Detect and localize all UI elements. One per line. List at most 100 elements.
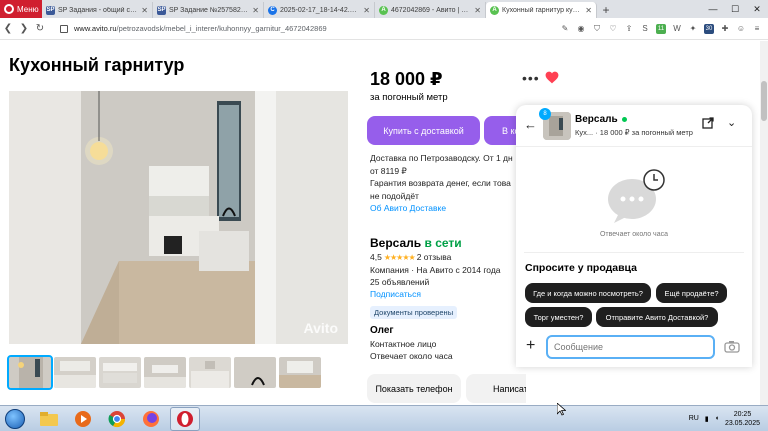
unread-badge: 8 xyxy=(539,108,551,120)
quick-question-button[interactable]: Где и когда можно посмотреть? xyxy=(525,283,651,303)
tab-title: SP Задания - общий список · xyxy=(58,6,138,14)
collapse-chevron-icon[interactable]: ⌄ xyxy=(727,116,736,129)
chrome-icon[interactable] xyxy=(102,407,132,431)
media-player-icon[interactable] xyxy=(68,407,98,431)
tab-png[interactable]: C 2025-02-17_18-14-42.png ✕ xyxy=(264,2,375,18)
close-tab-icon[interactable]: ✕ xyxy=(585,6,592,15)
system-tray: RU ▮ ◖ 20:25 23.05.2025 xyxy=(689,410,768,428)
quick-question-button[interactable]: Торг уместен? xyxy=(525,307,592,327)
w-extension-icon[interactable]: W xyxy=(672,24,682,34)
thumbnail[interactable] xyxy=(189,357,231,388)
mouse-cursor-icon xyxy=(556,402,567,419)
menu-label: Меню xyxy=(17,4,39,14)
thumbnail[interactable] xyxy=(234,357,276,388)
screen: Меню SP SP Задания - общий список · ✕ SP… xyxy=(0,0,768,431)
shield-icon[interactable]: ⛉ xyxy=(592,24,602,34)
firefox-icon[interactable] xyxy=(136,407,166,431)
back-arrow-icon[interactable]: ← xyxy=(524,117,537,132)
close-tab-icon[interactable]: ✕ xyxy=(141,6,148,15)
main-photo[interactable]: Avito xyxy=(9,91,348,344)
back-icon[interactable]: ❮ xyxy=(0,23,16,34)
tab-title: 2025-02-17_18-14-42.png xyxy=(280,6,361,14)
new-tab-button[interactable]: + xyxy=(597,2,615,18)
close-tab-icon[interactable]: ✕ xyxy=(474,6,481,15)
online-dot-icon xyxy=(621,116,627,122)
reload-icon[interactable]: ↻ xyxy=(32,23,48,34)
tab-title: SP Задание №2575826 - про xyxy=(169,6,249,14)
thumbnail[interactable] xyxy=(54,357,96,388)
rating-value: 4,5 xyxy=(370,252,382,262)
edit-icon[interactable]: ✎ xyxy=(560,24,570,34)
thumbnail[interactable] xyxy=(279,357,321,388)
minimize-icon[interactable]: — xyxy=(702,0,724,18)
tab-title: 4672042869 - Авито | Объ xyxy=(391,6,472,14)
explorer-icon[interactable] xyxy=(34,407,64,431)
network-icon[interactable]: ▮ xyxy=(705,415,709,423)
show-phone-button[interactable]: Показать телефон xyxy=(367,374,461,403)
tab-kitchen-active[interactable]: A Кухонный гарнитур купить ✕ xyxy=(486,2,597,18)
write-message-button[interactable]: Написать xyxy=(466,374,526,403)
volume-icon[interactable]: ◖ xyxy=(715,415,719,422)
about-delivery-link[interactable]: Об Авито Доставке xyxy=(370,202,520,215)
heart-icon[interactable]: ♡ xyxy=(608,24,618,34)
sp-favicon-icon: SP xyxy=(46,5,55,15)
clock[interactable]: 20:25 23.05.2025 xyxy=(725,410,760,428)
chat-seller-name: Версаль xyxy=(575,114,627,125)
thumbnail[interactable] xyxy=(144,357,186,388)
forward-icon[interactable]: ❯ xyxy=(16,23,32,34)
profile-icon[interactable]: ☺ xyxy=(736,24,746,34)
delivery-info: Доставка по Петрозаводску. От 1 дн от 81… xyxy=(370,152,520,215)
seller-block: Версаль в сети xyxy=(370,236,462,250)
browser-tab-bar: Меню SP SP Задания - общий список · ✕ SP… xyxy=(0,0,768,18)
reviews-link[interactable]: 2 отзыва xyxy=(417,252,452,262)
maximize-icon[interactable]: ☐ xyxy=(724,0,746,18)
price: 18 000 ₽ xyxy=(370,69,443,89)
puzzle-icon[interactable]: ✚ xyxy=(720,24,730,34)
green-extension-badge[interactable]: 11 xyxy=(656,23,666,34)
thumbnail[interactable] xyxy=(99,357,141,388)
seller-ads-count[interactable]: 25 объявлений xyxy=(370,277,429,287)
seller-rating: 4,5 ★★★★★ 2 отзыва xyxy=(370,252,451,262)
scrollbar-thumb[interactable] xyxy=(761,81,767,121)
url-field[interactable]: www.avito.ru/petrozavodsk/mebel_i_intere… xyxy=(74,24,327,33)
language-indicator[interactable]: RU xyxy=(689,415,699,422)
chat-item-preview: Кух... · 18 000 ₽ за погонный метр xyxy=(575,128,693,137)
seller-company: Компания · На Авито с 2014 года xyxy=(370,265,501,275)
s-extension-icon[interactable]: S xyxy=(640,24,650,34)
favorite-heart-icon[interactable] xyxy=(545,71,559,84)
listing-title: Кухонный гарнитур xyxy=(9,55,185,75)
share-icon[interactable]: ⇪ xyxy=(624,24,634,34)
star-icon[interactable]: ✦ xyxy=(688,24,698,34)
opera-logo-icon xyxy=(4,4,14,14)
lock-icon xyxy=(60,24,68,33)
tab-title: Кухонный гарнитур купить xyxy=(502,6,583,14)
more-options-icon[interactable]: ••• xyxy=(522,70,540,86)
url-host: www.avito.ru xyxy=(74,24,117,33)
close-window-icon[interactable]: ✕ xyxy=(746,0,768,18)
delivery-line: Гарантия возврата денег, если това xyxy=(370,178,511,188)
camera-icon[interactable]: ◉ xyxy=(576,24,586,34)
page-scrollbar[interactable] xyxy=(760,41,768,405)
window-controls: — ☐ ✕ xyxy=(702,0,768,18)
blue-extension-badge[interactable]: 30 xyxy=(704,23,714,34)
close-tab-icon[interactable]: ✕ xyxy=(363,6,370,15)
camera-icon[interactable] xyxy=(724,340,740,353)
attach-plus-icon[interactable]: + xyxy=(526,337,535,355)
close-tab-icon[interactable]: ✕ xyxy=(252,6,259,15)
message-input[interactable] xyxy=(546,335,715,359)
thumbnail[interactable] xyxy=(7,355,53,390)
tab-avito-ad[interactable]: A 4672042869 - Авито | Объ ✕ xyxy=(375,2,486,18)
response-time: Отвечает около часа xyxy=(370,351,453,361)
tab-sp-task[interactable]: SP SP Задание №2575826 - про ✕ xyxy=(153,2,264,18)
quick-question-button[interactable]: Отправите Авито Доставкой? xyxy=(596,307,718,327)
start-button[interactable] xyxy=(0,406,30,431)
quick-question-button[interactable]: Ещё продаёте? xyxy=(656,283,727,303)
seller-name-link[interactable]: Версаль xyxy=(370,236,421,250)
subscribe-link[interactable]: Подписаться xyxy=(370,289,421,299)
open-external-icon[interactable] xyxy=(702,117,714,129)
menu-icon[interactable]: ≡ xyxy=(752,24,762,34)
opera-menu-button[interactable]: Меню xyxy=(0,0,42,18)
opera-taskbar-icon[interactable] xyxy=(170,406,200,431)
buy-with-delivery-button[interactable]: Купить с доставкой xyxy=(367,116,480,145)
tab-sp-tasks[interactable]: SP SP Задания - общий список · ✕ xyxy=(42,2,153,18)
